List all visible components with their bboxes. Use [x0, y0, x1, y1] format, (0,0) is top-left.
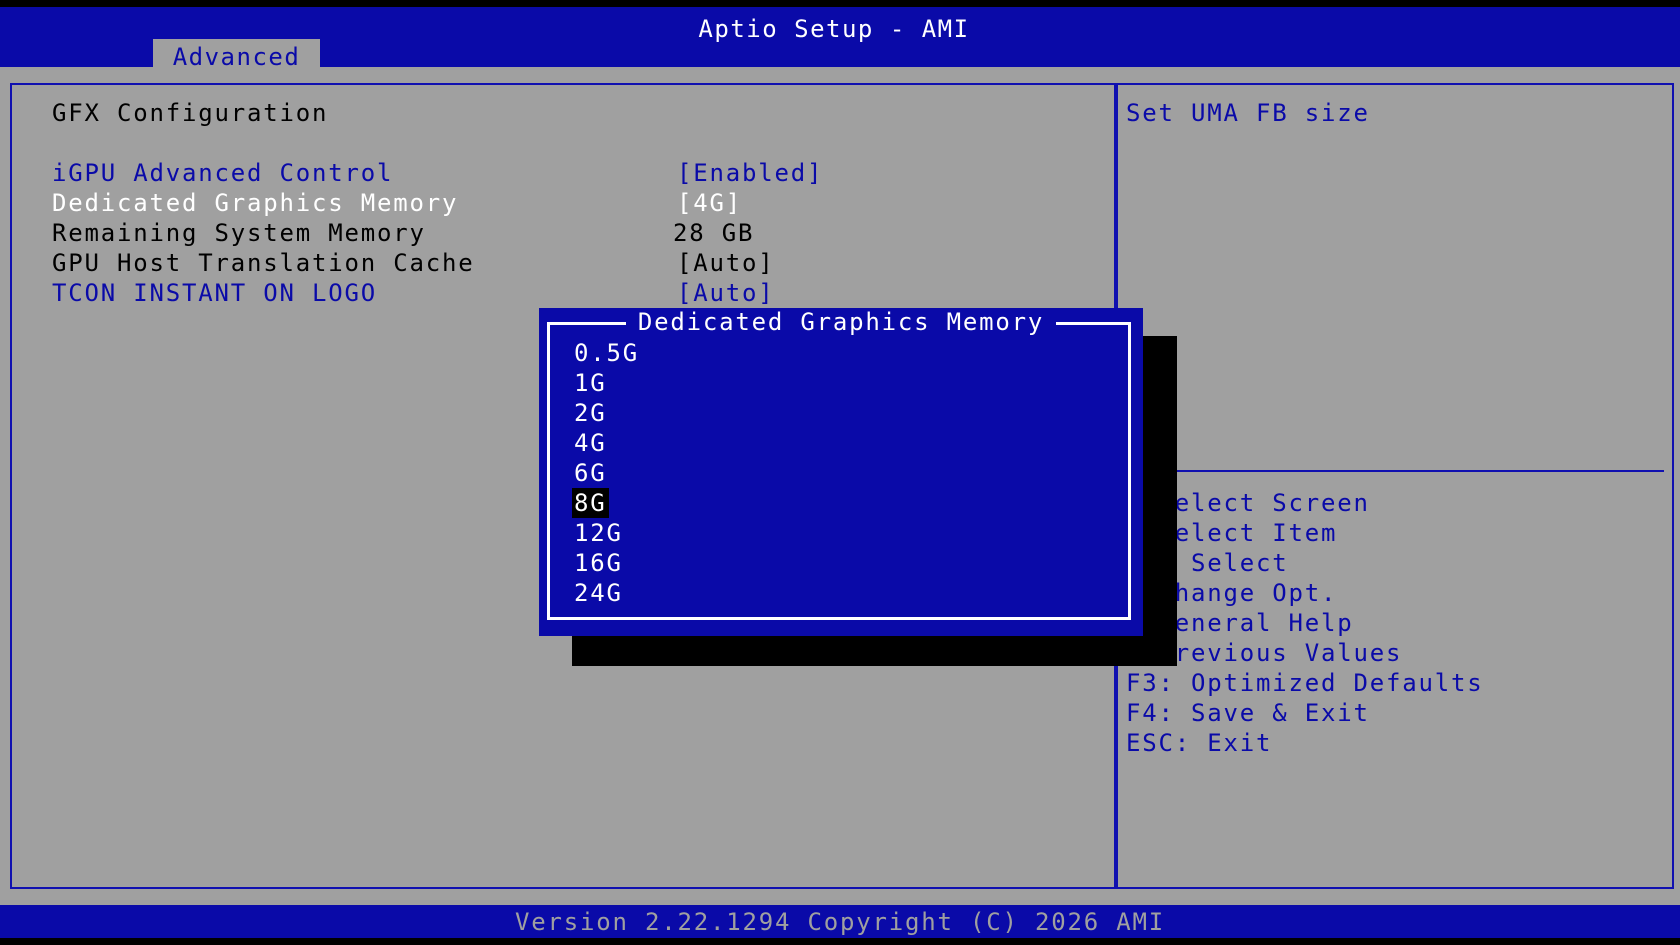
popup-option-4g[interactable]: 4G: [572, 428, 609, 458]
popup-option-8g[interactable]: 8G: [572, 488, 609, 518]
popup-option-1g[interactable]: 1G: [572, 368, 609, 398]
help-divider: [1130, 470, 1664, 472]
popup-option-24g[interactable]: 24G: [572, 578, 625, 608]
setting-dedicated-graphics-memory-value[interactable]: [4G]: [677, 188, 742, 218]
setting-remaining-system-memory-label: Remaining System Memory: [52, 219, 426, 247]
popup-option-2g[interactable]: 2G: [572, 398, 609, 428]
popup-option-6g[interactable]: 6G: [572, 458, 609, 488]
tab-advanced[interactable]: Advanced: [153, 39, 320, 74]
setting-igpu-advanced-control-value[interactable]: [Enabled]: [677, 158, 823, 188]
setting-dedicated-graphics-memory-label[interactable]: Dedicated Graphics Memory: [52, 188, 458, 218]
setting-gpu-host-translation-cache-value[interactable]: [Auto]: [677, 248, 775, 278]
popup-option-12g[interactable]: 12G: [572, 518, 625, 548]
key-help-save-exit: F4: Save & Exit: [1126, 699, 1370, 727]
popup-option-16g[interactable]: 16G: [572, 548, 625, 578]
help-panel: [1116, 83, 1674, 889]
footer-version: Version 2.22.1294 Copyright (C) 2026 AMI: [0, 905, 1680, 938]
header-bar: Aptio Setup - AMI Advanced: [0, 7, 1680, 74]
key-help-optimized-defaults: F3: Optimized Defaults: [1126, 669, 1484, 697]
setting-tcon-instant-on-logo-label[interactable]: TCON INSTANT ON LOGO: [52, 278, 377, 308]
popup-title-text: Dedicated Graphics Memory: [625, 308, 1057, 336]
page-title: GFX Configuration: [52, 99, 329, 127]
key-help-esc-exit: ESC: Exit: [1126, 729, 1273, 757]
dedicated-graphics-memory-popup[interactable]: Dedicated Graphics Memory 0.5G 1G 2G 4G …: [539, 308, 1143, 636]
setting-remaining-system-memory-value: 28 GB: [673, 219, 755, 247]
popup-shadow: [1140, 336, 1177, 666]
popup-title: Dedicated Graphics Memory: [539, 307, 1143, 337]
popup-option-0-5g[interactable]: 0.5G: [572, 338, 641, 368]
setting-tcon-instant-on-logo-value[interactable]: [Auto]: [677, 278, 775, 308]
setting-gpu-host-translation-cache-label[interactable]: GPU Host Translation Cache: [52, 248, 474, 278]
help-text: Set UMA FB size: [1126, 99, 1370, 127]
popup-shadow: [572, 636, 1177, 666]
setting-igpu-advanced-control-label[interactable]: iGPU Advanced Control: [52, 158, 393, 188]
